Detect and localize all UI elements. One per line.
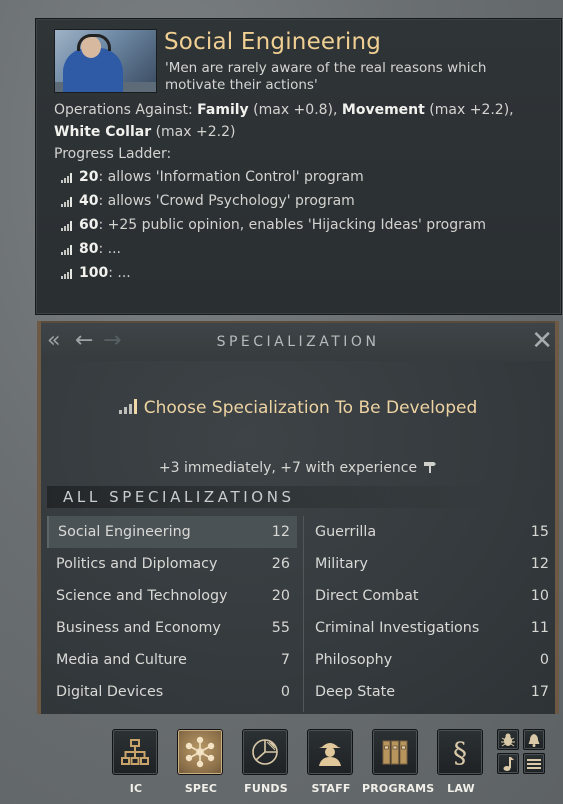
menu-icon[interactable]: [523, 753, 545, 774]
specialization-philosophy[interactable]: Philosophy 0: [306, 644, 556, 676]
panel-header: « ← → SPECIALIZATION ✕: [41, 321, 555, 361]
bug-icon[interactable]: [497, 729, 519, 750]
spec-button[interactable]: SPEC: [177, 729, 225, 799]
specialization-business-and-economy[interactable]: Business and Economy 55: [47, 612, 297, 644]
specialization-tooltip: Social Engineering 'Men are rarely aware…: [35, 18, 562, 315]
specialization-panel: « ← → SPECIALIZATION ✕ Choose Specializa…: [37, 321, 559, 714]
programs-button[interactable]: PROGRAMS: [362, 729, 434, 799]
specialization-column-right: Guerrilla 15 Military 12 Direct Combat 10 C…: [306, 516, 556, 708]
specialization-politics-and-diplomacy[interactable]: Politics and Diplomacy 26: [47, 548, 297, 580]
bottom-toolbar: IC SPEC FUNDS STAFF PROGRAMS § LAW: [0, 729, 563, 804]
progress-bars-icon: [61, 220, 75, 231]
ladder-step: 80: ...: [54, 237, 554, 261]
all-specializations-header: ALL SPECIALIZATIONS: [47, 486, 491, 508]
law-button[interactable]: § LAW: [437, 729, 485, 799]
specialization-criminal-investigations[interactable]: Criminal Investigations 11: [306, 612, 556, 644]
column-divider: [303, 516, 304, 712]
specialization-bonus: +3 immediately, +7 with experience: [41, 460, 555, 476]
specialization-military[interactable]: Military 12: [306, 548, 556, 580]
specialization-column-left: Social Engineering 12 Politics and Diplom…: [47, 516, 297, 708]
operations-against: Operations Against: Family (max +0.8), M…: [54, 102, 514, 140]
bell-icon[interactable]: [523, 729, 545, 750]
tooltip-quote: 'Men are rarely aware of the real reason…: [165, 60, 487, 93]
mini-button-grid: [497, 729, 549, 777]
music-icon[interactable]: [497, 753, 519, 774]
progress-ladder-label: Progress Ladder:: [54, 146, 172, 162]
social-engineering-image: [54, 29, 157, 93]
progress-bars-icon: [61, 268, 75, 279]
panel-title: SPECIALIZATION: [216, 334, 380, 350]
ladder-step: 20: allows 'Information Control' program: [54, 165, 554, 189]
close-icon[interactable]: ✕: [531, 326, 553, 356]
specialization-direct-combat[interactable]: Direct Combat 10: [306, 580, 556, 612]
specialization-science-and-technology[interactable]: Science and Technology 20: [47, 580, 297, 612]
binders-icon: [372, 729, 418, 775]
tooltip-body: Operations Against: Family (max +0.8), M…: [54, 99, 554, 285]
ladder-step: 100: ...: [54, 261, 554, 285]
tooltip-title: Social Engineering: [164, 29, 382, 55]
ladder-step: 40: allows 'Crowd Psychology' program: [54, 189, 554, 213]
choose-specialization-heading: Choose Specialization To Be Developed: [41, 398, 555, 418]
specialization-digital-devices[interactable]: Digital Devices 0: [47, 676, 297, 708]
specialization-deep-state[interactable]: Deep State 17: [306, 676, 556, 708]
org-chart-icon: [112, 729, 158, 775]
staff-button[interactable]: STAFF: [307, 729, 355, 799]
network-icon: [177, 729, 223, 775]
ic-button[interactable]: IC: [112, 729, 160, 799]
progress-bars-icon: [61, 172, 75, 183]
specialization-guerrilla[interactable]: Guerrilla 15: [306, 516, 556, 548]
agent-icon: [307, 729, 353, 775]
specialization-social-engineering[interactable]: Social Engineering 12: [47, 516, 297, 548]
specialization-media-and-culture[interactable]: Media and Culture 7: [47, 644, 297, 676]
funds-button[interactable]: FUNDS: [242, 729, 290, 799]
progress-bars-icon: [61, 196, 75, 207]
progress-bars-icon: [118, 399, 139, 414]
progress-bars-icon: [61, 244, 75, 255]
section-sign-icon: §: [437, 729, 483, 775]
signpost-icon: [423, 461, 437, 473]
ladder-step: 60: +25 public opinion, enables 'Hijacki…: [54, 213, 554, 237]
pie-chart-icon: [242, 729, 288, 775]
